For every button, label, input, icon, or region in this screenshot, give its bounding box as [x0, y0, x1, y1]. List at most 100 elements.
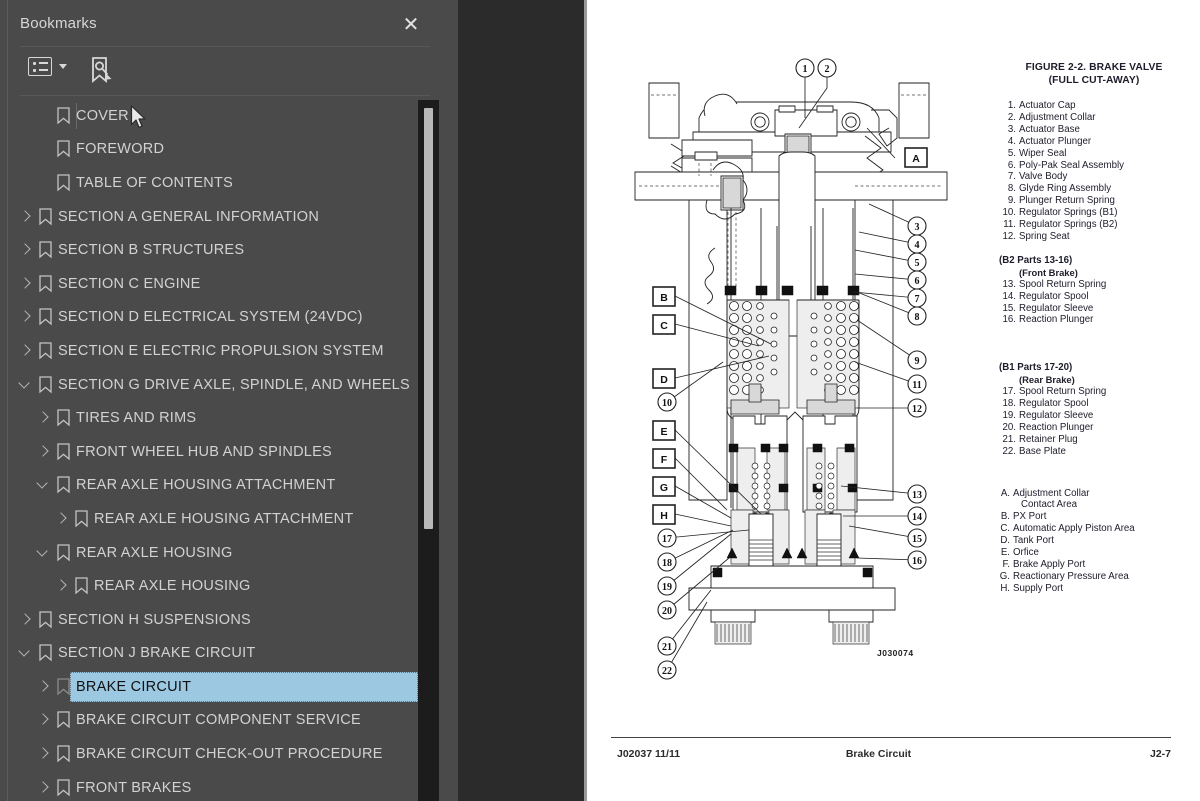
- chevron-right-icon[interactable]: [16, 342, 34, 360]
- svg-text:19: 19: [662, 582, 672, 593]
- chevron-right-icon[interactable]: [34, 678, 52, 696]
- chevron-right-icon[interactable]: [52, 510, 70, 528]
- svg-text:15: 15: [912, 534, 922, 545]
- bookmark-item[interactable]: TABLE OF CONTENTS: [8, 166, 440, 200]
- bookmark-item[interactable]: BRAKE CIRCUIT: [8, 670, 440, 704]
- chevron-down-icon[interactable]: [34, 476, 52, 494]
- document-page[interactable]: 1 2 A 3 4 5 6 7 8 9 11 12 13 14 15 16 B …: [587, 0, 1200, 801]
- legend-item-number: 4.: [1007, 135, 1016, 147]
- legend-item-label: Automatic Apply Piston Area: [1013, 523, 1135, 535]
- bookmark-item[interactable]: SECTION C ENGINE: [8, 267, 440, 301]
- bookmark-item[interactable]: FOREWORD: [8, 133, 440, 167]
- svg-text:10: 10: [662, 398, 672, 409]
- bookmark-item[interactable]: REAR AXLE HOUSING: [8, 569, 440, 603]
- bookmark-item[interactable]: SECTION H SUSPENSIONS: [8, 603, 440, 637]
- legend-item-number: A.: [1000, 487, 1010, 499]
- bookmark-item[interactable]: TIRES AND RIMS: [8, 401, 440, 435]
- legend-item-label: Tank Port: [1013, 535, 1054, 547]
- legend-item-label: Reaction Plunger: [1019, 421, 1094, 433]
- chevron-down-icon[interactable]: [16, 376, 34, 394]
- bookmark-label: REAR AXLE HOUSING: [76, 544, 233, 561]
- legend-gap: [999, 326, 1189, 350]
- legend-item: A. Adjustment Collar: [999, 488, 1189, 500]
- bookmark-label: FRONT WHEEL HUB AND SPINDLES: [76, 443, 332, 460]
- legend-item-number: 18.: [1002, 398, 1016, 410]
- legend-item-number: 6.: [1007, 159, 1016, 171]
- bookmark-label: FRONT BRAKES: [76, 779, 192, 796]
- chevron-down-icon: [59, 64, 67, 69]
- bookmark-item[interactable]: REAR AXLE HOUSING: [8, 536, 440, 570]
- bookmarks-scrollbar-thumb[interactable]: [424, 108, 433, 529]
- chevron-right-icon[interactable]: [16, 275, 34, 293]
- chevron-right-icon[interactable]: [34, 711, 52, 729]
- legend-item-number: 14.: [1002, 290, 1016, 302]
- bookmark-item[interactable]: SECTION A GENERAL INFORMATION: [8, 200, 440, 234]
- chevron-down-icon[interactable]: [16, 644, 34, 662]
- bookmark-icon: [34, 342, 56, 360]
- panel-divider[interactable]: [440, 0, 892, 801]
- chevron-right-icon[interactable]: [16, 241, 34, 259]
- bookmark-icon: [52, 543, 74, 562]
- svg-text:D: D: [660, 374, 668, 386]
- legend-item: G. Reactionary Pressure Area: [999, 571, 1189, 583]
- legend-item-number: 3.: [1007, 123, 1016, 135]
- chevron-right-icon[interactable]: [16, 208, 34, 226]
- legend-item-number: G.: [999, 570, 1010, 582]
- legend-item-label: Reaction Plunger: [1019, 314, 1094, 326]
- chevron-right-icon[interactable]: [16, 611, 34, 629]
- bookmark-icon: [52, 174, 74, 192]
- bookmark-item[interactable]: SECTION D ELECTRICAL SYSTEM (24VDC): [8, 301, 440, 335]
- legend-item-number: 12.: [1002, 230, 1016, 242]
- legend-item-number: H.: [1000, 582, 1010, 594]
- chevron-right-icon[interactable]: [16, 308, 34, 326]
- legend-item-number: E.: [1000, 547, 1010, 559]
- pdf-reader-window: Bookmarks ✕ COVER FOREWORD TABLE OF CONT…: [0, 0, 1200, 801]
- bookmark-item[interactable]: FRONT BRAKES: [8, 771, 440, 801]
- bookmark-icon: [52, 107, 74, 125]
- svg-text:3: 3: [915, 222, 920, 233]
- chevron-right-icon[interactable]: [52, 577, 70, 595]
- bookmark-item[interactable]: REAR AXLE HOUSING ATTACHMENT: [8, 502, 440, 536]
- bookmark-item[interactable]: SECTION E ELECTRIC PROPULSION SYSTEM: [8, 334, 440, 368]
- bookmark-item[interactable]: BRAKE CIRCUIT CHECK-OUT PROCEDURE: [8, 737, 440, 771]
- svg-text:5: 5: [915, 258, 920, 269]
- bookmark-label: SECTION C ENGINE: [58, 275, 201, 292]
- bookmark-icon: [52, 476, 74, 494]
- bookmarks-panel-header: Bookmarks ✕: [8, 0, 440, 46]
- bookmark-item[interactable]: SECTION B STRUCTURES: [8, 233, 440, 267]
- bookmark-label: BRAKE CIRCUIT CHECK-OUT PROCEDURE: [76, 746, 383, 763]
- chevron-right-icon[interactable]: [34, 779, 52, 797]
- legend-item-number: F.: [1002, 559, 1010, 570]
- list-options-button[interactable]: [28, 57, 67, 76]
- legend-item-label: Poly-Pak Seal Assembly: [1019, 159, 1124, 171]
- document-viewer: 1 2 A 3 4 5 6 7 8 9 11 12 13 14 15 16 B …: [458, 0, 1200, 801]
- legend-item-label: Brake Apply Port: [1013, 559, 1086, 570]
- bookmark-item[interactable]: SECTION G DRIVE AXLE, SPINDLE, AND WHEEL…: [8, 368, 440, 402]
- bookmark-icon: [52, 678, 74, 696]
- bookmark-icon: [52, 779, 74, 797]
- legend-item: 2. Adjustment Collar: [999, 112, 1189, 124]
- chevron-right-icon[interactable]: [34, 443, 52, 461]
- svg-text:E: E: [660, 426, 667, 438]
- find-bookmark-button[interactable]: [88, 55, 116, 87]
- bookmark-item[interactable]: REAR AXLE HOUSING ATTACHMENT: [8, 469, 440, 503]
- svg-text:13: 13: [912, 490, 922, 501]
- bookmark-label: SECTION A GENERAL INFORMATION: [58, 208, 320, 225]
- bookmark-item[interactable]: COVER: [8, 99, 440, 133]
- svg-text:6: 6: [915, 276, 920, 287]
- chevron-down-icon[interactable]: [34, 544, 52, 562]
- bookmark-item[interactable]: FRONT WHEEL HUB AND SPINDLES: [8, 435, 440, 469]
- bookmarks-tree[interactable]: COVER FOREWORD TABLE OF CONTENTS SECTION A …: [8, 99, 440, 801]
- svg-text:A: A: [912, 153, 920, 165]
- bookmark-item[interactable]: BRAKE CIRCUIT COMPONENT SERVICE: [8, 704, 440, 738]
- legend-item: 6. Poly-Pak Seal Assembly: [999, 160, 1189, 172]
- chevron-right-icon[interactable]: [34, 745, 52, 763]
- bookmark-item[interactable]: SECTION J BRAKE CIRCUIT: [8, 637, 440, 671]
- bookmark-label: BRAKE CIRCUIT: [76, 678, 192, 695]
- svg-text:22: 22: [662, 666, 672, 677]
- bookmark-icon: [34, 241, 56, 259]
- legend-item: 5. Wiper Seal: [999, 148, 1189, 160]
- close-icon[interactable]: ✕: [398, 13, 424, 37]
- chevron-right-icon[interactable]: [34, 409, 52, 427]
- footer-center: Brake Circuit: [845, 748, 912, 760]
